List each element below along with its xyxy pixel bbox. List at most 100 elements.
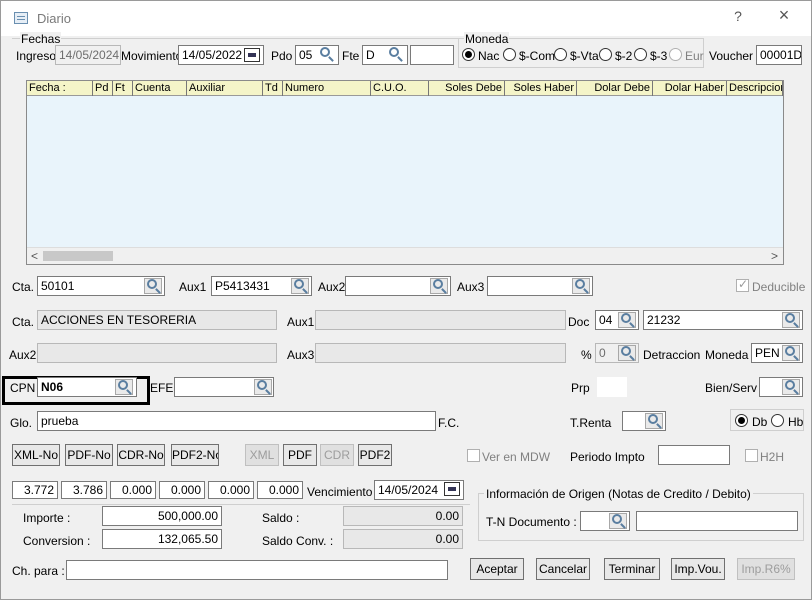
grid-column-header[interactable]: Dolar Haber	[653, 81, 727, 96]
percent-label: %	[581, 348, 592, 362]
trenta-search-button[interactable]	[645, 413, 663, 429]
fte-extra-field[interactable]	[410, 45, 454, 65]
moneda-radio[interactable]	[462, 48, 475, 61]
moneda-option-label: Nac	[478, 49, 500, 63]
tn-number-field[interactable]	[636, 511, 798, 531]
aux3-label: Aux3	[457, 280, 485, 294]
calendar-icon[interactable]	[444, 482, 460, 496]
imprb-button[interactable]: Imp.R6%	[737, 558, 795, 580]
search-icon	[118, 380, 128, 390]
prp-field[interactable]	[597, 377, 627, 397]
title-bar: Diario ? ×	[0, 0, 812, 36]
horizontal-scrollbar[interactable]: < >	[27, 247, 783, 264]
help-button[interactable]: ?	[728, 8, 748, 24]
grid-column-header[interactable]: Descripcion	[727, 81, 783, 96]
doc-number-field[interactable]: 21232	[643, 310, 803, 330]
percent-search-button[interactable]	[618, 345, 636, 361]
grid-column-header[interactable]: Pd	[93, 81, 113, 96]
cdr-no-button[interactable]: CDR-No	[117, 444, 165, 466]
grid-column-header[interactable]: Auxiliar	[187, 81, 263, 96]
chpara-label: Ch. para :	[12, 564, 65, 578]
aceptar-button[interactable]: Aceptar	[470, 558, 524, 580]
pdf-no-button[interactable]: PDF-No	[65, 444, 113, 466]
journal-grid[interactable]: Fecha : Pd Ft Cuenta Auxiliar Td Numero C.U.O. S…	[26, 80, 784, 265]
h2h-checkbox[interactable]	[745, 449, 758, 462]
grid-column-header[interactable]: Soles Haber	[505, 81, 577, 96]
doc-search-button[interactable]	[618, 312, 636, 328]
aux1-search-button[interactable]	[291, 278, 309, 294]
importe-field[interactable]: 500,000.00	[102, 506, 222, 526]
ingreso-field[interactable]: 14/05/2024	[55, 45, 121, 65]
moneda-radio[interactable]	[554, 48, 567, 61]
h2h-label: H2H	[760, 450, 785, 464]
rate-value-field[interactable]: 0.000	[159, 481, 205, 499]
pdf-button[interactable]: PDF	[283, 444, 317, 466]
hb-radio[interactable]	[771, 414, 784, 427]
tn-search-button[interactable]	[609, 513, 627, 529]
search-icon	[648, 414, 658, 424]
bienserv-search-button[interactable]	[782, 379, 800, 395]
calendar-icon[interactable]	[244, 48, 260, 62]
moneda-legend: Moneda	[464, 32, 510, 46]
grid-column-header[interactable]: Dolar Debe	[577, 81, 653, 96]
grid-column-header[interactable]: Ft	[113, 81, 133, 96]
grid-column-header[interactable]: C.U.O.	[371, 81, 429, 96]
ver-mdw-checkbox[interactable]	[467, 449, 480, 462]
cta-search-button[interactable]	[144, 278, 162, 294]
moneda-radio[interactable]	[599, 48, 612, 61]
rate-value-field[interactable]: 3.786	[61, 481, 107, 499]
scroll-left-icon[interactable]: <	[31, 249, 38, 263]
grid-column-header[interactable]: Cuenta	[133, 81, 187, 96]
chpara-field[interactable]	[66, 560, 448, 580]
rate-value-field[interactable]: 0.000	[110, 481, 156, 499]
close-button[interactable]: ×	[774, 5, 794, 26]
moneda-option-label: $-2	[615, 49, 633, 63]
grid-column-header[interactable]: Fecha :	[27, 81, 93, 96]
fechas-legend: Fechas	[20, 32, 62, 46]
voucher-field[interactable]: 00001D	[756, 45, 802, 65]
rate-value-field[interactable]: 0.000	[257, 481, 303, 499]
search-icon	[785, 380, 795, 390]
cpn-label: CPN	[10, 381, 36, 395]
xml-button[interactable]: XML	[245, 444, 279, 466]
db-label: Db	[752, 415, 768, 429]
periodo-field[interactable]	[658, 445, 730, 465]
moneda-radio[interactable]	[669, 48, 682, 61]
scroll-right-icon[interactable]: >	[771, 249, 778, 263]
pdf2-button[interactable]: PDF2	[358, 444, 392, 466]
scroll-thumb[interactable]	[43, 251, 113, 261]
aux2-search-button[interactable]	[430, 278, 448, 294]
pdf2-no-button[interactable]: PDF2-No	[171, 444, 219, 466]
moneda-option-label: $-Com	[519, 49, 556, 63]
conversion-field[interactable]: 132,065.50	[102, 529, 222, 549]
glo-field[interactable]: prueba	[37, 411, 436, 431]
search-icon	[621, 346, 631, 356]
doc-number-search-button[interactable]	[782, 312, 800, 328]
grid-column-header[interactable]: Td	[263, 81, 283, 96]
deducible-checkbox[interactable]	[736, 277, 749, 292]
window-title: Diario	[37, 11, 71, 26]
terminar-button[interactable]: Terminar	[604, 558, 660, 580]
moneda-radio[interactable]	[634, 48, 647, 61]
pdo-search-button[interactable]	[318, 47, 336, 63]
rate-value-field[interactable]: 0.000	[208, 481, 254, 499]
ingreso-label: Ingreso	[16, 49, 57, 63]
vertical-scrollbar[interactable]	[786, 80, 802, 265]
fte-search-button[interactable]	[387, 47, 405, 63]
grid-column-header[interactable]: Soles Debe	[429, 81, 505, 96]
cpn-search-button[interactable]	[115, 379, 133, 395]
aux3-search-button[interactable]	[572, 278, 590, 294]
rate-value-field[interactable]: 3.772	[12, 481, 58, 499]
aux2-label: Aux2	[318, 280, 346, 294]
xml-no-button[interactable]: XML-No	[12, 444, 60, 466]
saldo-label: Saldo :	[262, 511, 300, 525]
grid-column-header[interactable]: Numero	[283, 81, 371, 96]
cdr-button[interactable]: CDR	[320, 444, 354, 466]
impvou-button[interactable]: Imp.Vou.	[671, 558, 725, 580]
moneda-search-button[interactable]	[782, 345, 800, 361]
moneda-radio[interactable]	[503, 48, 516, 61]
aux2-description	[37, 343, 277, 363]
db-radio[interactable]	[735, 414, 748, 427]
cancelar-button[interactable]: Cancelar	[536, 558, 590, 580]
efe-search-button[interactable]	[254, 379, 272, 395]
